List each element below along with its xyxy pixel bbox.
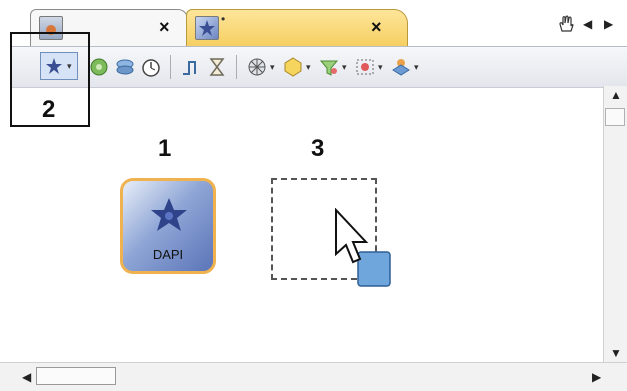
callout-number-3: 3 [311, 135, 325, 162]
dapi-label: DAPI [152, 247, 184, 262]
step-icon[interactable] [180, 56, 202, 78]
layers-icon[interactable] [114, 56, 136, 78]
chevron-left-icon[interactable]: ◀ [583, 17, 592, 31]
hand-icon[interactable] [556, 14, 576, 39]
channel-icon[interactable] [88, 56, 110, 78]
dapi-star-icon [151, 198, 187, 231]
close-icon[interactable]: × [159, 18, 170, 36]
dapi-star-icon [195, 16, 219, 40]
chevron-down-icon[interactable]: ▾ [342, 62, 347, 73]
measure-icon[interactable] [354, 56, 376, 78]
toolbar: ▾ ▾ ▾ ▾ ▾ ▾ [12, 46, 627, 88]
callout-number-1: 1 [158, 135, 172, 162]
scroll-right-icon[interactable]: ▶ [592, 370, 601, 384]
hourglass-icon[interactable] [206, 56, 228, 78]
close-icon[interactable]: × [371, 18, 382, 36]
timer-icon[interactable] [140, 56, 162, 78]
horizontal-scroll-thumb[interactable] [36, 367, 116, 385]
scroll-up-icon[interactable]: ▲ [610, 88, 622, 102]
radial-icon[interactable] [246, 56, 268, 78]
chevron-down-icon[interactable]: ▾ [270, 62, 275, 73]
shape-icon[interactable] [282, 56, 304, 78]
callout-number-2: 2 [42, 96, 56, 123]
separator [170, 55, 171, 79]
chevron-down-icon[interactable]: ▾ [306, 62, 311, 73]
cursor-drag-icon [335, 208, 391, 287]
unsaved-marker: • [221, 12, 226, 26]
vertical-scrollbar[interactable] [603, 86, 627, 362]
dapi-channel-tile[interactable]: DAPI [120, 178, 216, 274]
chevron-right-icon[interactable]: ▶ [604, 17, 613, 31]
scroll-down-icon[interactable]: ▼ [610, 346, 622, 360]
filter-icon[interactable] [318, 56, 340, 78]
separator [236, 55, 237, 79]
chevron-down-icon[interactable]: ▾ [378, 62, 383, 73]
tab-dapi[interactable]: • × [186, 9, 408, 46]
overlay-icon[interactable] [390, 56, 412, 78]
vertical-scroll-thumb[interactable] [605, 108, 625, 126]
scroll-left-icon[interactable]: ◀ [22, 370, 31, 384]
chevron-down-icon[interactable]: ▾ [414, 62, 419, 73]
